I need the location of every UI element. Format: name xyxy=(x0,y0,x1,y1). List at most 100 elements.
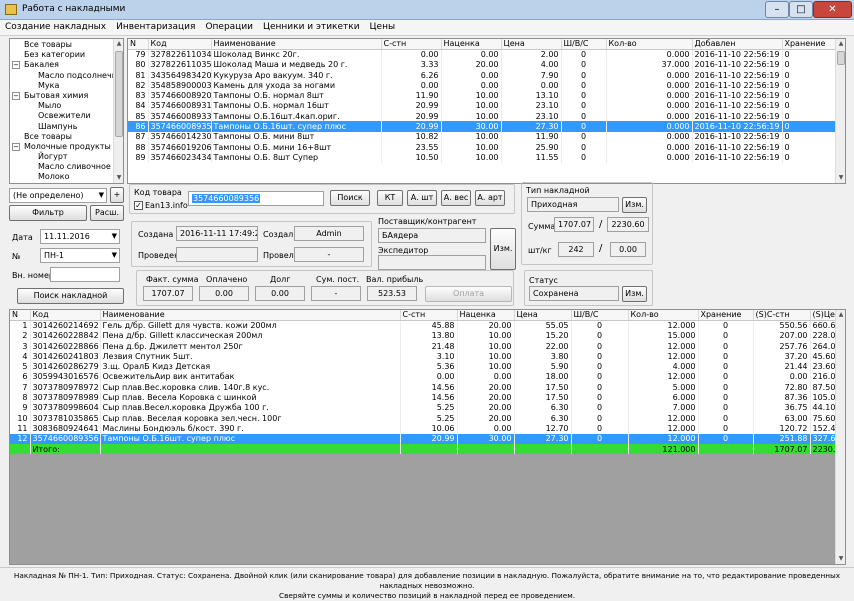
tree-node[interactable]: Мыло xyxy=(10,101,113,111)
menu-inventory[interactable]: Инвентаризация xyxy=(111,20,200,34)
column-header[interactable]: Кол-во xyxy=(606,39,693,50)
table-cell: 327.60 xyxy=(810,433,836,444)
table-row[interactable]: 8 3073780978989 Сыр плав. Весела Коровка с… xyxy=(10,392,836,403)
change-type-button[interactable]: Изм. xyxy=(622,197,647,213)
tree-node[interactable]: − Бакалея xyxy=(10,60,113,70)
change-status-button[interactable]: Изм. xyxy=(622,286,647,302)
tree-node[interactable]: Молоко xyxy=(10,172,113,182)
table-row[interactable]: 82 3548589000037 Камень для ухода за ногам… xyxy=(128,80,836,91)
total-row[interactable]: Итого: 121.000 1707.072230.60 xyxy=(10,443,836,455)
category-select[interactable]: (Не определено) ▼ xyxy=(9,188,107,203)
menu-operations[interactable]: Операции xyxy=(200,20,258,34)
column-header[interactable]: Ш/В/С xyxy=(561,39,607,50)
tree-expander-icon[interactable]: − xyxy=(12,91,20,100)
invoice-number-select[interactable]: ПН-1 ▼ xyxy=(40,248,120,263)
column-header[interactable]: С-стн xyxy=(400,310,458,321)
auto-pieces-button[interactable]: А. шт xyxy=(407,190,437,206)
search-invoice-button[interactable]: Поиск накладной xyxy=(17,288,124,304)
column-header[interactable]: Наценка xyxy=(457,310,515,321)
external-number-input[interactable] xyxy=(50,267,120,282)
column-header[interactable]: Добавлен xyxy=(692,39,783,50)
table-cell: 0 xyxy=(571,392,629,403)
tree-node[interactable]: Йогурт xyxy=(10,152,113,162)
table-cell: 10.00 xyxy=(457,330,515,341)
table-cell: 2016-11-10 22:56:19 xyxy=(692,100,783,112)
table-row[interactable]: 5 3014260286279 3.щ. ОралБ Кидз Детская 5.3… xyxy=(10,361,836,372)
tree-node[interactable]: Масло подсолнечное xyxy=(10,71,123,81)
auto-weight-button[interactable]: А. вес xyxy=(441,190,471,206)
table-cell: 15.000 xyxy=(628,330,699,341)
column-header[interactable]: Кол-во xyxy=(628,310,699,321)
change-supplier-button[interactable]: Изм. xyxy=(490,228,516,270)
menu-price-tags[interactable]: Ценники и этикетки xyxy=(258,20,365,34)
column-header[interactable]: (S)Цена xyxy=(810,310,836,321)
ean13-checkbox[interactable]: ✓ xyxy=(134,201,143,210)
tree-node[interactable]: Масло сливочное xyxy=(10,162,113,172)
menu-prices[interactable]: Цены xyxy=(365,20,401,34)
table-row[interactable]: 86 3574660089356 Тампоны О.Б.16шт. супер п… xyxy=(128,121,836,132)
tree-node[interactable]: − Молочные продукты xyxy=(10,142,113,152)
table-row[interactable]: 4 3014260241803 Лезвия Спутник 5шт. 3.10 10.… xyxy=(10,351,836,362)
table-row[interactable]: 87 3574660142303 Тампоны О.Б. мини 8шт 10.8… xyxy=(128,131,836,142)
column-header[interactable]: Ш/В/С xyxy=(571,310,629,321)
lines-scrollbar[interactable]: ▲ ▼ xyxy=(835,310,845,564)
kt-button[interactable]: КТ xyxy=(377,190,403,206)
tree-expander-icon[interactable]: − xyxy=(12,61,20,70)
add-category-button[interactable]: + xyxy=(110,187,124,203)
column-header[interactable]: Цена xyxy=(501,39,562,50)
tree-node[interactable]: Освежители xyxy=(10,111,113,121)
table-row[interactable]: 1 3014260214692 Гель д/бр. Gillett для чув… xyxy=(10,320,836,331)
maximize-button[interactable]: □ xyxy=(789,1,813,18)
tree-scrollbar[interactable]: ▲ ▼ xyxy=(113,39,123,183)
table-row[interactable]: 88 3574660192063 Тампоны О.Б. мини 16+8шт 2… xyxy=(128,141,836,153)
table-row[interactable]: 11 3083680924641 Маслины Бондюэль б/кост. … xyxy=(10,423,836,434)
tree-node[interactable]: Все товары xyxy=(10,40,113,50)
table-row[interactable]: 83 3574660089202 Тампоны О.Б. нормал 8шт 11… xyxy=(128,90,836,101)
auto-article-button[interactable]: А. арт xyxy=(475,190,505,206)
table-row[interactable]: 85 3574660089332 Тампоны О.Б.16шт.4кап.ори… xyxy=(128,111,836,122)
search-button[interactable]: Поиск xyxy=(330,190,370,206)
tree-node[interactable]: Мука xyxy=(10,81,113,91)
table-row[interactable]: 89 3574660234343 Тампоны О.Б. 8шт Супер 10.… xyxy=(128,152,836,163)
column-header[interactable]: N xyxy=(10,310,31,321)
products-table[interactable]: N Код Наименование С-стн Наценка Цена Ш/В/С Кол… xyxy=(127,38,846,184)
column-header[interactable]: Код xyxy=(30,310,101,321)
table-row[interactable]: 3 3014260228866 Пена д.бр. Джилетт ментол … xyxy=(10,340,836,352)
table-row[interactable]: 79 3278226110347 Шоколад Винкс 20г. 0.00 0.0… xyxy=(128,49,836,60)
table-row[interactable]: 10 3073781035865 Сыр плав. Веселая коровка… xyxy=(10,412,836,424)
table-row[interactable]: 80 3278226110354 Шоколад Маша и медведь 20… xyxy=(128,59,836,70)
column-header[interactable]: Наименование xyxy=(100,310,401,321)
column-header[interactable]: N xyxy=(128,39,149,50)
table-row[interactable]: 7 3073780978972 Сыр плав.Вес.коровка слив.… xyxy=(10,382,836,393)
minimize-button[interactable]: – xyxy=(765,1,789,18)
advanced-filter-button[interactable]: Расш. xyxy=(90,205,124,221)
date-picker[interactable]: 11.11.2016 ▼ xyxy=(40,229,120,244)
close-button[interactable]: ✕ xyxy=(813,1,852,18)
table-row[interactable]: 6 3059943016576 ОсвежительАир вик антитаба… xyxy=(10,371,836,383)
column-header[interactable]: Наценка xyxy=(441,39,502,50)
column-header[interactable]: Хранение xyxy=(782,39,836,50)
tree-node[interactable]: Шампунь xyxy=(10,122,113,132)
menu-create-invoices[interactable]: Создание накладных xyxy=(0,20,111,34)
column-header[interactable]: (S)С-стн xyxy=(753,310,811,321)
column-header[interactable]: С-стн xyxy=(381,39,442,50)
table-row[interactable]: 81 3435649834209 Кукуруза Аро вакуум. 340 … xyxy=(128,69,836,81)
tree-node[interactable]: Все товары xyxy=(10,132,113,142)
table-row[interactable]: 2 3014260228842 Пена д/бр. Gillett классич… xyxy=(10,330,836,341)
column-header[interactable]: Наименование xyxy=(211,39,382,50)
column-header[interactable]: Хранение xyxy=(698,310,754,321)
payment-button[interactable]: Оплата xyxy=(425,286,512,302)
table-row[interactable]: 84 3574660089318 Тампоны О.Б. нормал 16шт 2… xyxy=(128,100,836,112)
tree-expander-icon[interactable]: − xyxy=(12,142,20,151)
column-header[interactable]: Код xyxy=(148,39,212,50)
category-tree[interactable]: Все товары Без категории − Бакалея Масло под… xyxy=(9,38,124,184)
invoice-lines-table[interactable]: N Код Наименование С-стн Наценка Цена Ш/В/С Кол… xyxy=(9,309,846,565)
table-row[interactable]: 12 3574660089356 Тампоны О.Б.16шт. супер п… xyxy=(10,433,836,444)
table-row[interactable]: 9 3073780998604 Сыр плав.Весел.коровка Дру… xyxy=(10,402,836,413)
tree-node[interactable]: − Бытовая химия xyxy=(10,91,113,101)
tree-node[interactable]: Без категории xyxy=(10,50,113,60)
products-scrollbar[interactable]: ▲ ▼ xyxy=(835,39,845,183)
filter-button[interactable]: Фильтр xyxy=(9,205,87,221)
product-code-input[interactable]: 3574660089356 xyxy=(188,191,324,206)
column-header[interactable]: Цена xyxy=(514,310,572,321)
